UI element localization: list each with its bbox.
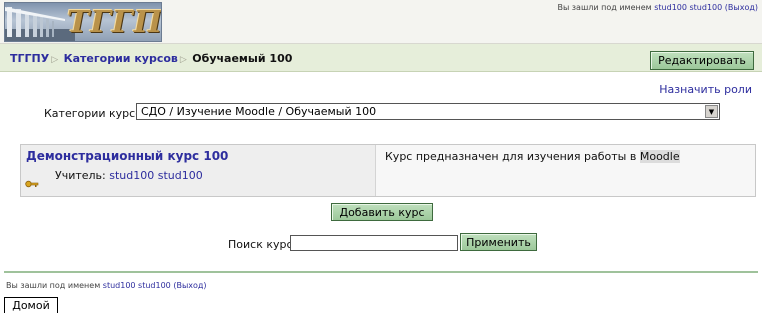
apply-search-button[interactable]: Применить — [460, 233, 537, 251]
breadcrumb: ТГГПУ ▷ Категории курсов ▷ Обучаемый 100 — [10, 52, 292, 65]
teacher-label: Учитель: — [55, 169, 106, 182]
login-user-link[interactable]: stud100 stud100 — [654, 3, 722, 12]
login-info-bottom: Вы зашли под именем stud100 stud100 (Вых… — [6, 281, 207, 290]
course-list-item: Демонстрационный курс 100 Учитель: stud1… — [20, 144, 756, 197]
course-info: Демонстрационный курс 100 Учитель: stud1… — [21, 145, 376, 196]
course-description-highlight: Moodle — [639, 150, 680, 163]
course-description: Курс предназначен для изучения работы в … — [385, 150, 680, 163]
login-info-top: Вы зашли под именем stud100 stud100 (Вых… — [557, 3, 758, 12]
login-prefix: Вы зашли под именем — [557, 3, 652, 12]
teacher-name-link[interactable]: stud100 stud100 — [109, 169, 202, 182]
breadcrumb-categories[interactable]: Категории курсов — [64, 52, 178, 65]
edit-button[interactable]: Редактировать — [650, 51, 754, 70]
course-teacher: Учитель: stud100 stud100 — [55, 169, 203, 182]
logo-text: ТГГПУ — [67, 5, 162, 40]
search-input[interactable] — [290, 235, 458, 251]
category-select[interactable]: СДО / Изучение Moodle / Обучаемый 100 ▼ — [136, 103, 720, 120]
chevron-down-icon[interactable]: ▼ — [705, 105, 718, 118]
login-prefix: Вы зашли под именем — [6, 281, 101, 290]
breadcrumb-separator-icon: ▷ — [51, 55, 59, 65]
assign-roles-link[interactable]: Назначить роли — [659, 83, 752, 96]
add-course-button[interactable]: Добавить курс — [331, 203, 433, 221]
key-icon[interactable] — [25, 180, 39, 188]
course-title-link[interactable]: Демонстрационный курс 100 — [26, 149, 228, 163]
logout-link[interactable]: (Выход) — [173, 281, 206, 290]
site-logo[interactable]: ТГГПУ — [4, 2, 162, 42]
footer-divider — [4, 271, 758, 273]
breadcrumb-separator-icon: ▷ — [179, 55, 187, 65]
logout-link[interactable]: (Выход) — [725, 3, 758, 12]
breadcrumb-home[interactable]: ТГГПУ — [10, 52, 49, 65]
home-button[interactable]: Домой — [4, 297, 58, 313]
category-selected-value: СДО / Изучение Moodle / Обучаемый 100 — [141, 105, 377, 118]
breadcrumb-current: Обучаемый 100 — [192, 52, 293, 65]
login-user-link[interactable]: stud100 stud100 — [103, 281, 171, 290]
course-description-text: Курс предназначен для изучения работы в — [385, 150, 637, 163]
page-header: ТГГПУ Вы зашли под именем stud100 stud10… — [0, 0, 762, 44]
navbar: ТГГПУ ▷ Категории курсов ▷ Обучаемый 100 — [0, 44, 762, 72]
